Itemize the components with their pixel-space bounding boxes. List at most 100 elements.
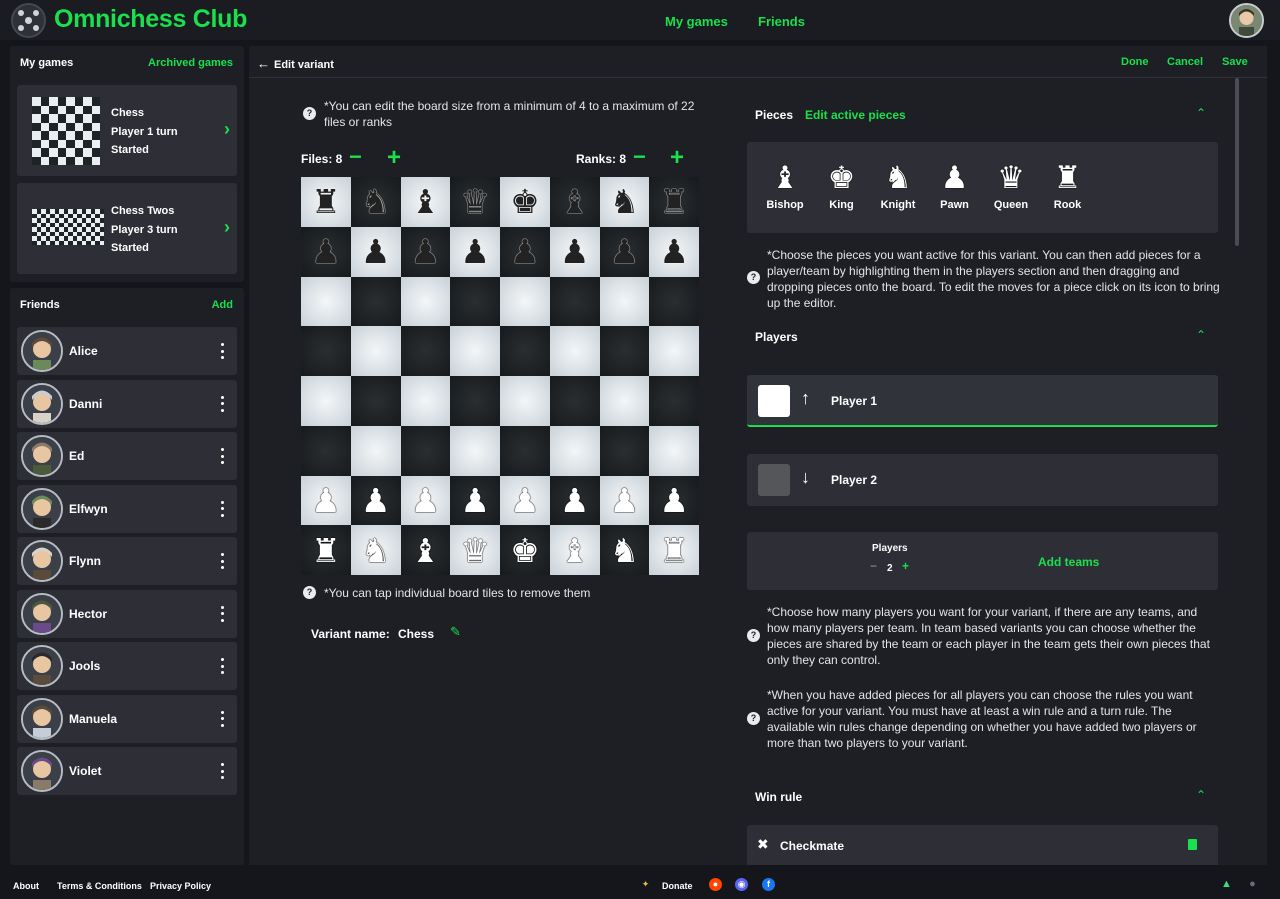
chess-piece-icon[interactable]: ♟ [510,235,540,268]
chevron-up-icon[interactable]: ⌃ [1196,328,1206,342]
piece-rook[interactable]: ♜ Rook [1040,162,1096,212]
pencil-icon[interactable]: ✎ [450,624,461,640]
friend-row[interactable]: Manuela [17,694,237,743]
piece-knight[interactable]: ♞ Knight [870,162,926,212]
board-tile[interactable]: ♜ [301,177,351,227]
user-avatar[interactable] [1229,3,1264,38]
board-tile[interactable] [649,376,699,426]
piece-queen[interactable]: ♛ Queen [983,162,1039,212]
chess-piece-icon[interactable]: ♚ [510,185,540,218]
chess-board[interactable]: ♜ ♞ ♝ ♛ ♚ ♝ ♞ ♜ ♟ ♟ ♟ ♟ ♟ ♟ ♟ ♟ ♟ ♟ ♟ ♟ ♟ ♟ ♟ ♟ ♜ ♞ ♝ ♛ ♚ ♝ ♞ ♜ [301,177,699,575]
game-card-chess[interactable]: Chess Player 1 turn Started › [17,85,237,176]
chess-piece-icon[interactable]: ♞ [361,185,391,218]
chess-piece-icon[interactable]: ♟ [510,484,540,517]
board-tile[interactable] [599,326,650,376]
chess-piece-icon[interactable]: ♝ [560,534,590,567]
friend-row[interactable]: Jools [17,642,237,690]
save-button[interactable]: Save [1222,56,1248,68]
player-row-1[interactable]: ↑ Player 1 [747,375,1218,427]
friend-avatar[interactable] [21,330,63,372]
board-tile[interactable] [450,425,500,476]
chess-piece-icon[interactable]: ♜ [311,185,341,218]
chess-piece-icon[interactable]: ♝ [411,185,441,218]
board-tile[interactable]: ♜ [649,177,699,227]
board-tile[interactable]: ♟ [350,226,401,277]
board-tile[interactable]: ♟ [400,475,451,526]
board-tile[interactable]: ♟ [350,475,401,526]
friend-avatar[interactable] [21,487,63,530]
archived-games-link[interactable]: Archived games [148,57,233,69]
friend-row[interactable]: Danni [17,379,237,428]
nav-friends[interactable]: Friends [758,14,805,29]
board-tile[interactable]: ♟ [549,475,600,526]
chess-piece-icon[interactable]: ♟ [311,484,341,517]
friend-avatar[interactable] [21,540,63,582]
friend-row[interactable]: Elfwyn [17,484,237,533]
back-button[interactable]: ← Edit variant [257,56,334,71]
chess-piece-icon[interactable]: ♟ [610,235,640,268]
board-tile[interactable] [350,376,401,426]
chevron-right-icon[interactable]: › [224,119,230,140]
donate-link[interactable]: Donate [662,881,693,891]
board-tile[interactable]: ♟ [649,226,699,277]
board-tile[interactable] [400,425,451,476]
board-tile[interactable] [549,276,600,327]
board-tile[interactable]: ♟ [500,226,550,277]
chess-piece-icon[interactable]: ♜ [659,185,689,218]
piece-king[interactable]: ♚ King [814,162,870,212]
chess-piece-icon[interactable]: ♞ [610,185,640,218]
players-minus-button[interactable]: − [870,559,877,573]
chess-piece-icon[interactable]: ♞ [610,534,640,567]
board-tile[interactable]: ♟ [450,475,500,526]
brand-title[interactable]: Omnichess Club [54,5,247,34]
board-tile[interactable]: ♟ [400,226,451,277]
chess-piece-icon[interactable]: ♜ [659,534,689,567]
chess-piece-icon[interactable]: ♟ [411,235,441,268]
chess-piece-icon[interactable]: ♟ [659,484,689,517]
board-tile[interactable] [599,276,650,327]
board-tile[interactable]: ♝ [400,177,451,227]
done-button[interactable]: Done [1121,56,1149,68]
board-tile[interactable] [500,276,550,327]
friend-avatar[interactable] [21,592,63,635]
board-tile[interactable] [400,376,451,426]
win-rule-row[interactable]: ✖ Checkmate [747,825,1218,865]
chess-piece-icon[interactable]: ♝ [560,185,590,218]
more-options-icon[interactable] [219,763,225,779]
game-card-chess-twos[interactable]: Chess Twos Player 3 turn Started › [17,183,237,274]
about-link[interactable]: About [13,881,39,891]
board-tile[interactable]: ♞ [350,525,401,575]
board-tile[interactable] [599,376,650,426]
chess-piece-icon[interactable]: ♝ [411,534,441,567]
player-row-2[interactable]: ↓ Player 2 [747,454,1218,506]
add-teams-button[interactable]: Add teams [1038,555,1099,569]
board-tile[interactable] [649,326,699,376]
board-tile[interactable]: ♞ [350,177,401,227]
board-tile[interactable] [301,326,351,376]
android-icon[interactable]: ▲ [1220,878,1233,891]
help-icon[interactable]: ? [747,629,760,642]
more-options-icon[interactable] [219,658,225,674]
more-options-icon[interactable] [219,710,225,727]
piece-bishop[interactable]: ♝ Bishop [757,162,813,212]
more-options-icon[interactable] [219,500,225,517]
logo-icon[interactable] [11,3,46,38]
board-tile[interactable] [500,376,550,426]
chess-piece-icon[interactable]: ♟ [659,235,689,268]
board-tile[interactable] [350,425,401,476]
cancel-button[interactable]: Cancel [1167,56,1203,68]
chess-piece-icon[interactable]: ♚ [510,534,540,567]
board-tile[interactable] [450,376,500,426]
board-tile[interactable]: ♟ [649,475,699,526]
friend-avatar[interactable] [21,750,63,792]
discord-icon[interactable]: ◉ [735,878,748,891]
terms-link[interactable]: Terms & Conditions [57,881,142,891]
board-tile[interactable]: ♚ [500,525,550,575]
chess-piece-icon[interactable]: ♞ [361,534,391,567]
board-tile[interactable]: ♟ [549,226,600,277]
board-tile[interactable] [450,276,500,327]
friend-avatar[interactable] [21,435,63,477]
board-tile[interactable] [450,326,500,376]
chess-piece-icon[interactable]: ♛ [460,185,490,218]
more-options-icon[interactable] [219,448,225,464]
